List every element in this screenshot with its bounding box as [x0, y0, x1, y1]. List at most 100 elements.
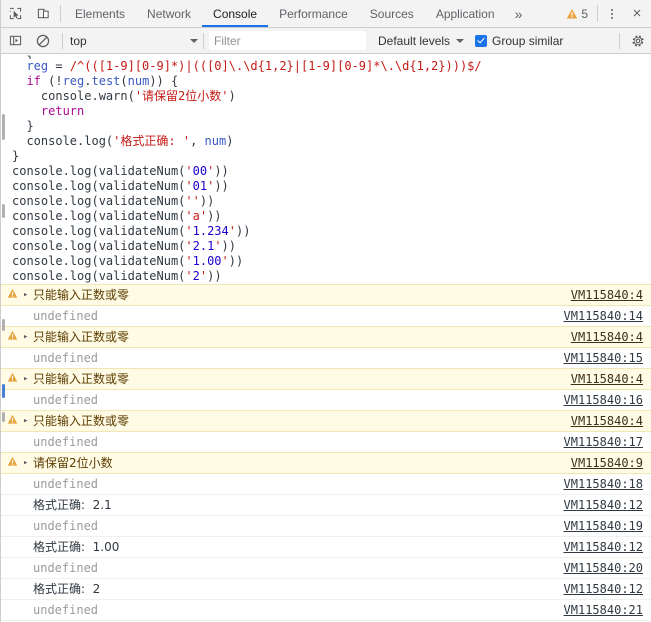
warning-triangle-icon	[1, 455, 23, 467]
code-line: }	[1, 119, 651, 134]
row-gutter	[1, 560, 23, 561]
console-log-row[interactable]: undefined VM115840:14	[1, 306, 651, 327]
tab-label: Elements	[75, 6, 126, 21]
console-warning-row[interactable]: ▸ 只能输入正数或零 VM115840:4	[1, 284, 651, 306]
code-line: console.log(validateNum('1.234'))	[1, 224, 651, 239]
code-token: ))	[235, 224, 251, 238]
console-log-row[interactable]: undefined VM115840:15	[1, 348, 651, 369]
console-message-text: undefined	[33, 519, 99, 533]
tab-label: Sources	[369, 6, 414, 21]
tab-label: Application	[435, 6, 495, 21]
code-token: 01	[192, 179, 208, 193]
console-log-row[interactable]: 格式正确: 2.1 VM115840:12	[1, 495, 651, 516]
console-warning-row[interactable]: ▸ 只能输入正数或零 VM115840:4	[1, 410, 651, 432]
source-location-link[interactable]: VM115840:4	[571, 371, 651, 387]
console-message-list[interactable]: } reg = /^(([1-9][0-9]*)|(([0]\.\d{1,2}|…	[1, 54, 651, 622]
log-levels-selector[interactable]: Default levels	[378, 34, 465, 48]
console-sidebar-icon[interactable]	[1, 28, 29, 54]
source-location-link[interactable]: VM115840:21	[564, 602, 651, 618]
console-message-text: undefined	[33, 603, 99, 617]
console-warning-row[interactable]: ▸ 请保留2位小数 VM115840:9	[1, 452, 651, 474]
source-location-link[interactable]: VM115840:4	[571, 287, 651, 303]
tabbar-divider-2	[597, 5, 598, 22]
source-location-link[interactable]: VM115840:15	[564, 350, 651, 366]
source-location-link[interactable]: VM115840:12	[564, 497, 651, 513]
code-token: return	[12, 104, 85, 118]
console-log-row[interactable]: 格式正确: 1.00 VM115840:12	[1, 537, 651, 558]
devtools-window: Elements Network Console Performance Sou…	[0, 0, 651, 622]
chevron-down-icon	[190, 38, 198, 43]
source-location-link[interactable]: VM115840:18	[564, 476, 651, 492]
tab-application[interactable]: Application	[425, 0, 506, 27]
row-gutter	[1, 476, 23, 477]
row-gutter	[1, 497, 23, 498]
filterbar-divider-3	[619, 32, 620, 49]
gear-icon[interactable]	[625, 28, 651, 54]
close-icon[interactable]: ×	[623, 0, 651, 27]
tab-performance[interactable]: Performance	[268, 0, 359, 27]
console-log-row[interactable]: undefined VM115840:17	[1, 432, 651, 453]
tab-console[interactable]: Console	[202, 0, 269, 27]
console-message-text: undefined	[33, 309, 99, 323]
warning-count-badge[interactable]: 5	[562, 0, 594, 27]
source-location-link[interactable]: VM115840:4	[571, 413, 651, 429]
console-message-text: 格式正确: 2	[33, 582, 101, 596]
group-similar-checkbox[interactable]	[475, 34, 488, 47]
code-line: if (!reg.test(num)) {	[1, 74, 651, 89]
console-log-row[interactable]: undefined VM115840:16	[1, 390, 651, 411]
disclosure-triangle-icon[interactable]: ▸	[23, 371, 33, 387]
code-line: console.log(validateNum('2.1'))	[1, 239, 651, 254]
source-location-link[interactable]: VM115840:9	[571, 455, 651, 471]
source-location-link[interactable]: VM115840:17	[564, 434, 651, 450]
console-log-row[interactable]: undefined VM115840:19	[1, 516, 651, 537]
console-log-row[interactable]: undefined VM115840:20	[1, 558, 651, 579]
kebab-menu-icon[interactable]	[601, 0, 623, 27]
filter-input[interactable]	[209, 31, 366, 50]
source-location-link[interactable]: VM115840:20	[564, 560, 651, 576]
code-token: )) {	[149, 74, 179, 88]
chevron-down-icon	[456, 38, 465, 43]
console-log-row[interactable]: undefined VM115840:21	[1, 600, 651, 621]
source-location-link[interactable]: VM115840:16	[564, 392, 651, 408]
console-log-row[interactable]: 格式正确: 2 VM115840:12	[1, 579, 651, 600]
code-token: 1.234	[192, 224, 229, 238]
console-warning-row[interactable]: ▸ 只能输入正数或零 VM115840:4	[1, 326, 651, 348]
code-token: console.log(validateNum(	[12, 239, 186, 253]
disclosure-triangle-icon[interactable]: ▸	[23, 329, 33, 345]
clear-console-icon[interactable]	[29, 28, 57, 54]
tab-sources[interactable]: Sources	[359, 0, 425, 27]
disclosure-triangle-icon[interactable]: ▸	[23, 413, 33, 429]
code-token: console.log(validateNum(	[12, 164, 186, 178]
tab-elements[interactable]: Elements	[64, 0, 136, 27]
console-message-text: undefined	[33, 477, 99, 491]
console-messages: ▸ 只能输入正数或零 VM115840:4 undefined VM115840:14 ▸…	[1, 284, 651, 622]
code-token: .	[84, 74, 92, 88]
disclosure-triangle-icon[interactable]: ▸	[23, 287, 33, 303]
row-gutter	[1, 581, 23, 582]
source-location-link[interactable]: VM115840:12	[564, 581, 651, 597]
disclosure-triangle-icon[interactable]: ▸	[23, 455, 33, 471]
console-log-row[interactable]: undefined VM115840:18	[1, 474, 651, 495]
code-token: '	[228, 224, 236, 238]
code-token: test	[91, 74, 121, 88]
tab-network[interactable]: Network	[136, 0, 202, 27]
group-similar-toggle[interactable]: Group similar	[475, 34, 563, 48]
more-tabs-icon[interactable]: »	[506, 0, 532, 27]
code-token: '	[185, 239, 193, 253]
execution-context-selector[interactable]: top	[68, 34, 198, 48]
code-token: num	[127, 74, 150, 88]
console-warning-row[interactable]: ▸ 只能输入正数或零 VM115840:4	[1, 368, 651, 390]
source-location-link[interactable]: VM115840:14	[564, 308, 651, 324]
source-location-link[interactable]: VM115840:4	[571, 329, 651, 345]
filterbar-divider-2	[203, 32, 204, 49]
row-gutter	[1, 518, 23, 519]
source-location-link[interactable]: VM115840:12	[564, 539, 651, 555]
code-line: return	[1, 104, 651, 119]
row-gutter	[1, 392, 23, 393]
source-location-link[interactable]: VM115840:19	[564, 518, 651, 534]
device-toolbar-icon[interactable]	[29, 0, 57, 27]
code-token: ))	[199, 194, 215, 208]
code-line: console.log(validateNum('00'))	[1, 164, 651, 179]
inspect-element-icon[interactable]	[1, 0, 29, 27]
console-message-text: 格式正确: 2.1	[33, 498, 112, 512]
